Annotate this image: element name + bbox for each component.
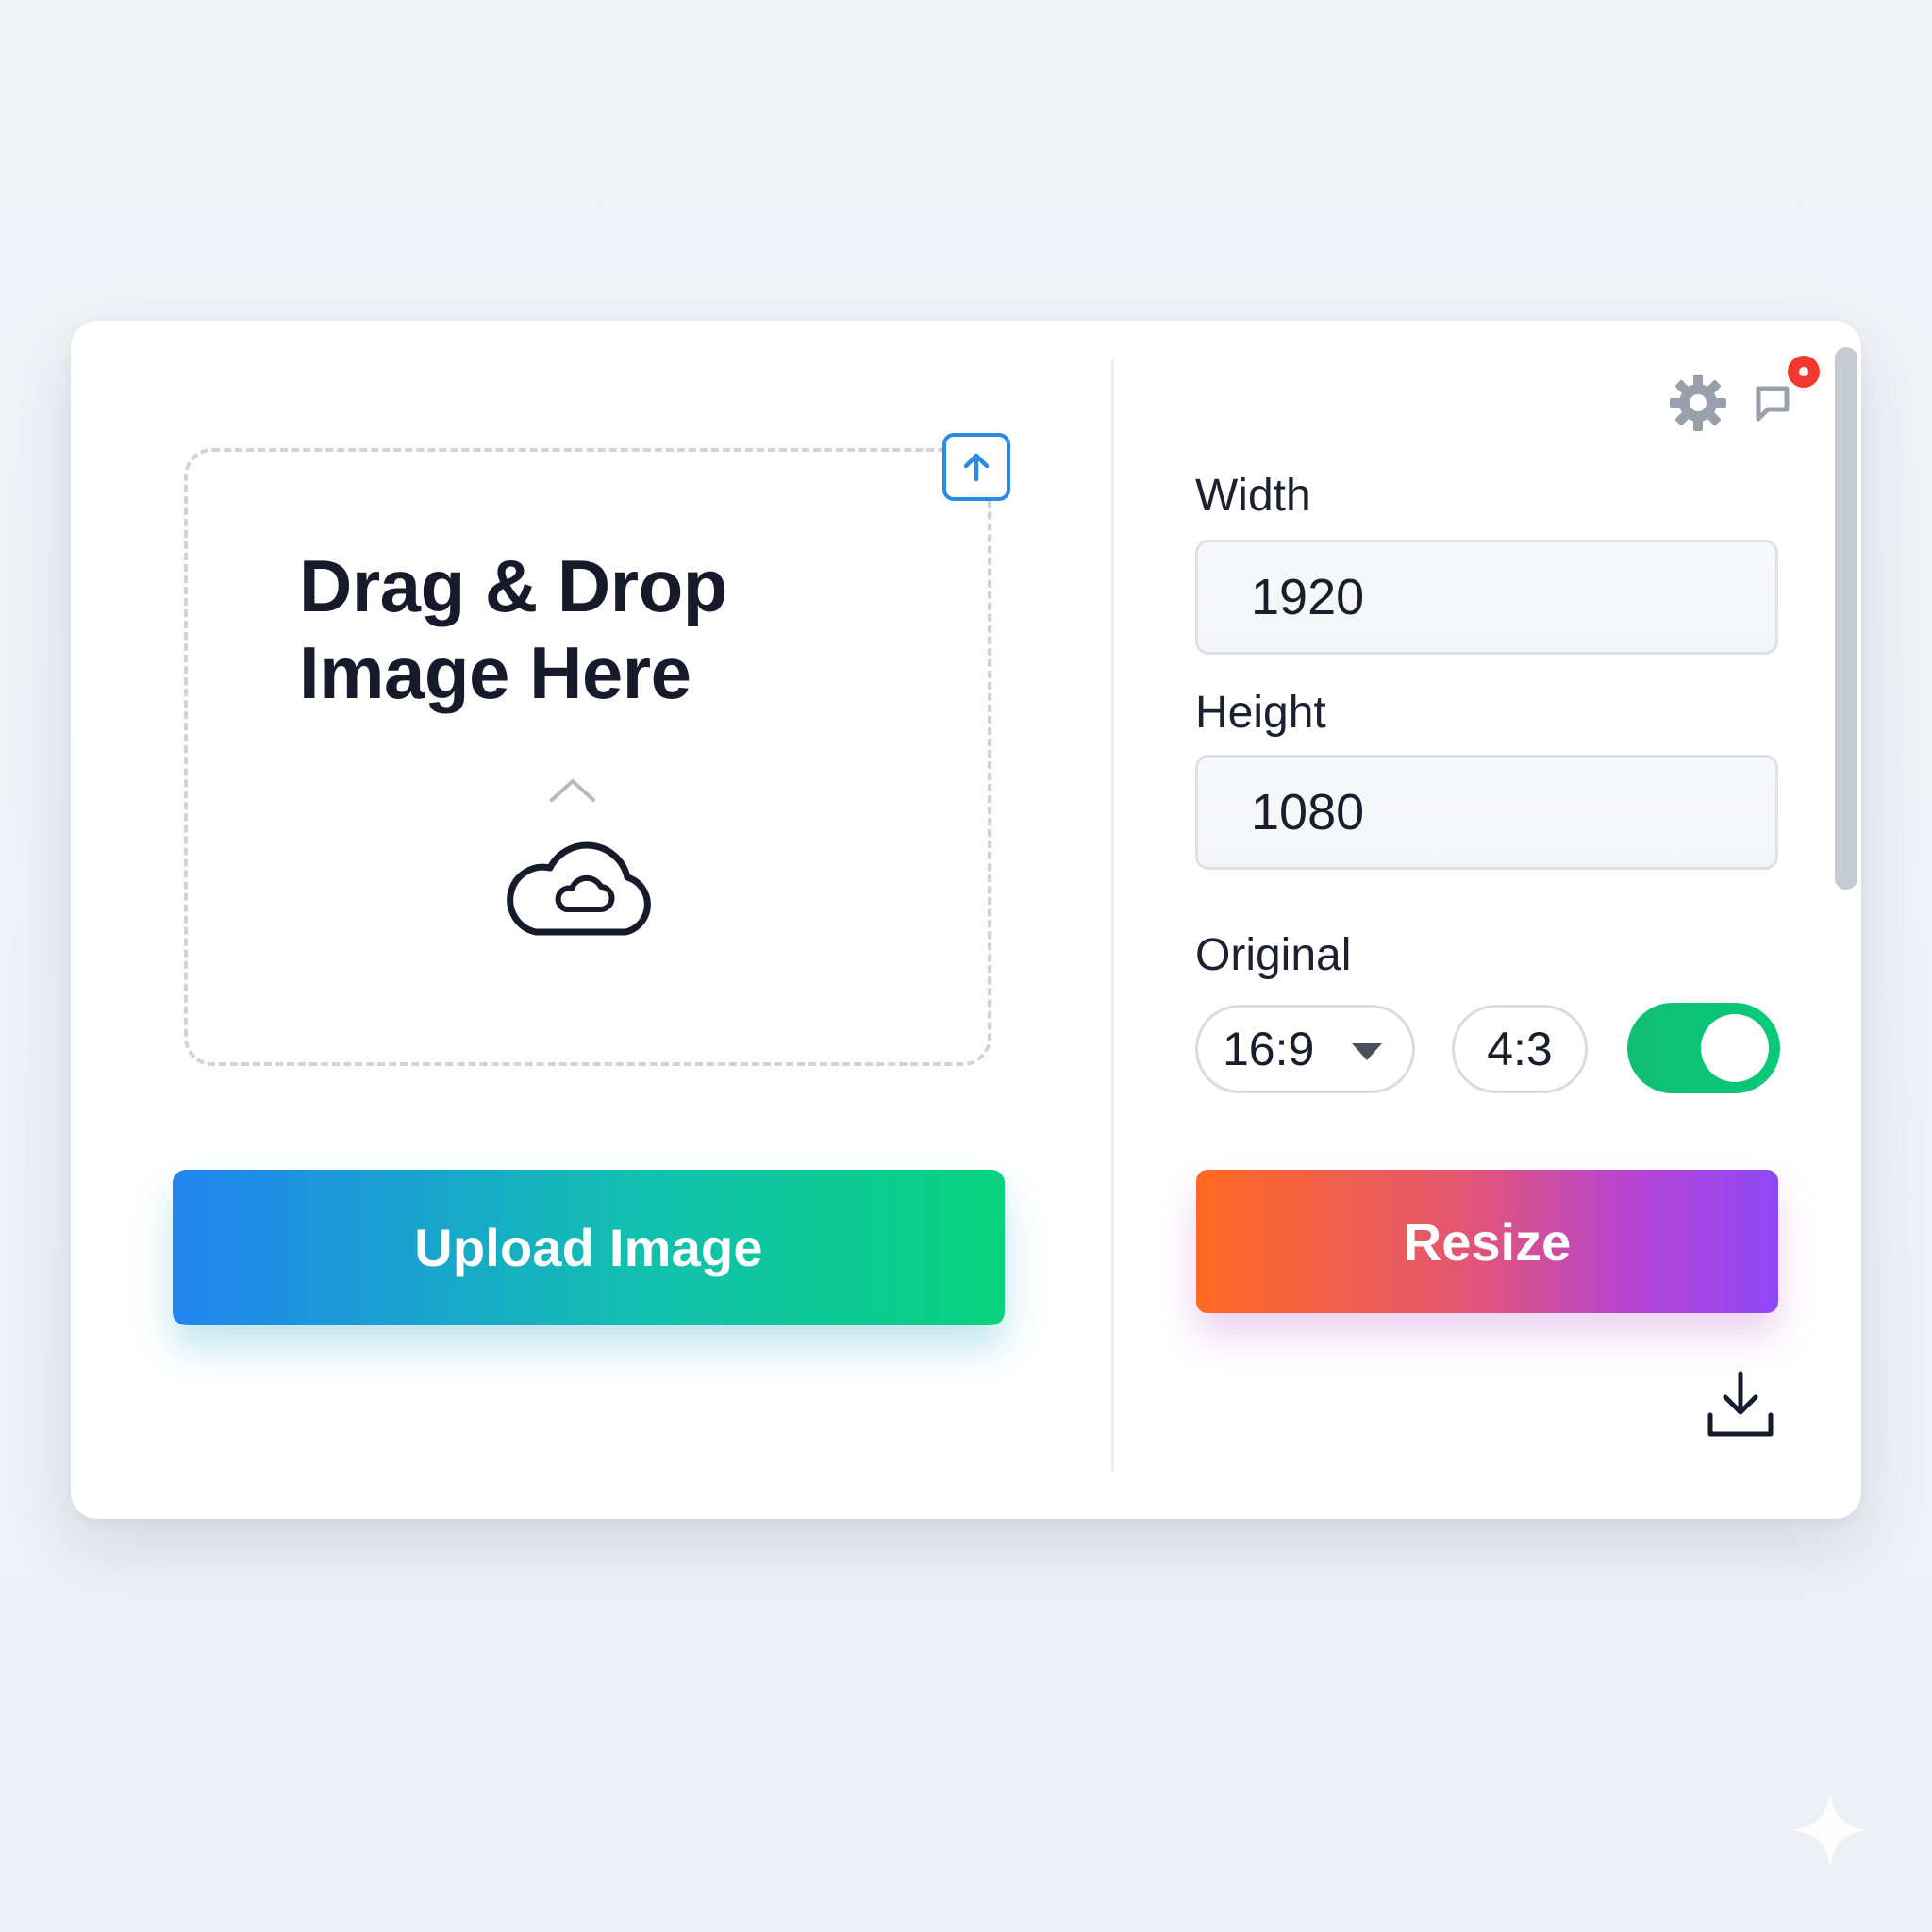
aspect-ratio-value: 16:9 xyxy=(1223,1023,1315,1075)
drop-zone-title: Drag & Drop Image Here xyxy=(299,542,727,716)
upload-arrow-icon xyxy=(963,453,990,482)
height-label: Height xyxy=(1195,688,1326,738)
aspect-ratio-alt-label: 4:3 xyxy=(1487,1023,1553,1075)
drop-title-line-2: Image Here xyxy=(299,631,691,714)
scrollbar-thumb[interactable] xyxy=(1835,347,1857,890)
cloud-icon xyxy=(507,841,651,936)
chevron-up-icon xyxy=(550,779,595,802)
download-icon[interactable] xyxy=(1703,1368,1778,1443)
upload-image-label: Upload Image xyxy=(414,1218,763,1277)
corner-upload-button[interactable] xyxy=(942,433,1010,501)
aspect-label: Original xyxy=(1195,930,1352,980)
aspect-ratio-4-3-option[interactable]: 4:3 xyxy=(1452,1005,1588,1093)
panel-divider xyxy=(1111,358,1114,1472)
resize-button[interactable]: Resize xyxy=(1196,1170,1778,1313)
notification-badge xyxy=(1788,356,1820,388)
drop-zone[interactable] xyxy=(184,448,991,1066)
width-input[interactable] xyxy=(1195,540,1778,655)
aspect-ratio-select[interactable]: 16:9 xyxy=(1195,1005,1415,1093)
height-input[interactable] xyxy=(1195,755,1778,870)
drop-title-line-1: Drag & Drop xyxy=(299,544,727,627)
chevron-down-icon xyxy=(1352,1043,1382,1060)
notification-icon[interactable] xyxy=(1753,377,1796,426)
width-label: Width xyxy=(1195,471,1311,521)
toggle-knob xyxy=(1701,1014,1769,1082)
sparkle-icon xyxy=(1791,1791,1869,1869)
app-background: Drag & Drop Image Here Upload Image Widt… xyxy=(0,0,1932,1932)
original-aspect-toggle[interactable] xyxy=(1627,1003,1780,1093)
upload-image-button[interactable]: Upload Image xyxy=(173,1170,1005,1325)
gear-icon[interactable] xyxy=(1668,373,1728,433)
resize-label: Resize xyxy=(1403,1211,1572,1272)
resizer-card: Drag & Drop Image Here Upload Image Widt… xyxy=(71,321,1861,1519)
